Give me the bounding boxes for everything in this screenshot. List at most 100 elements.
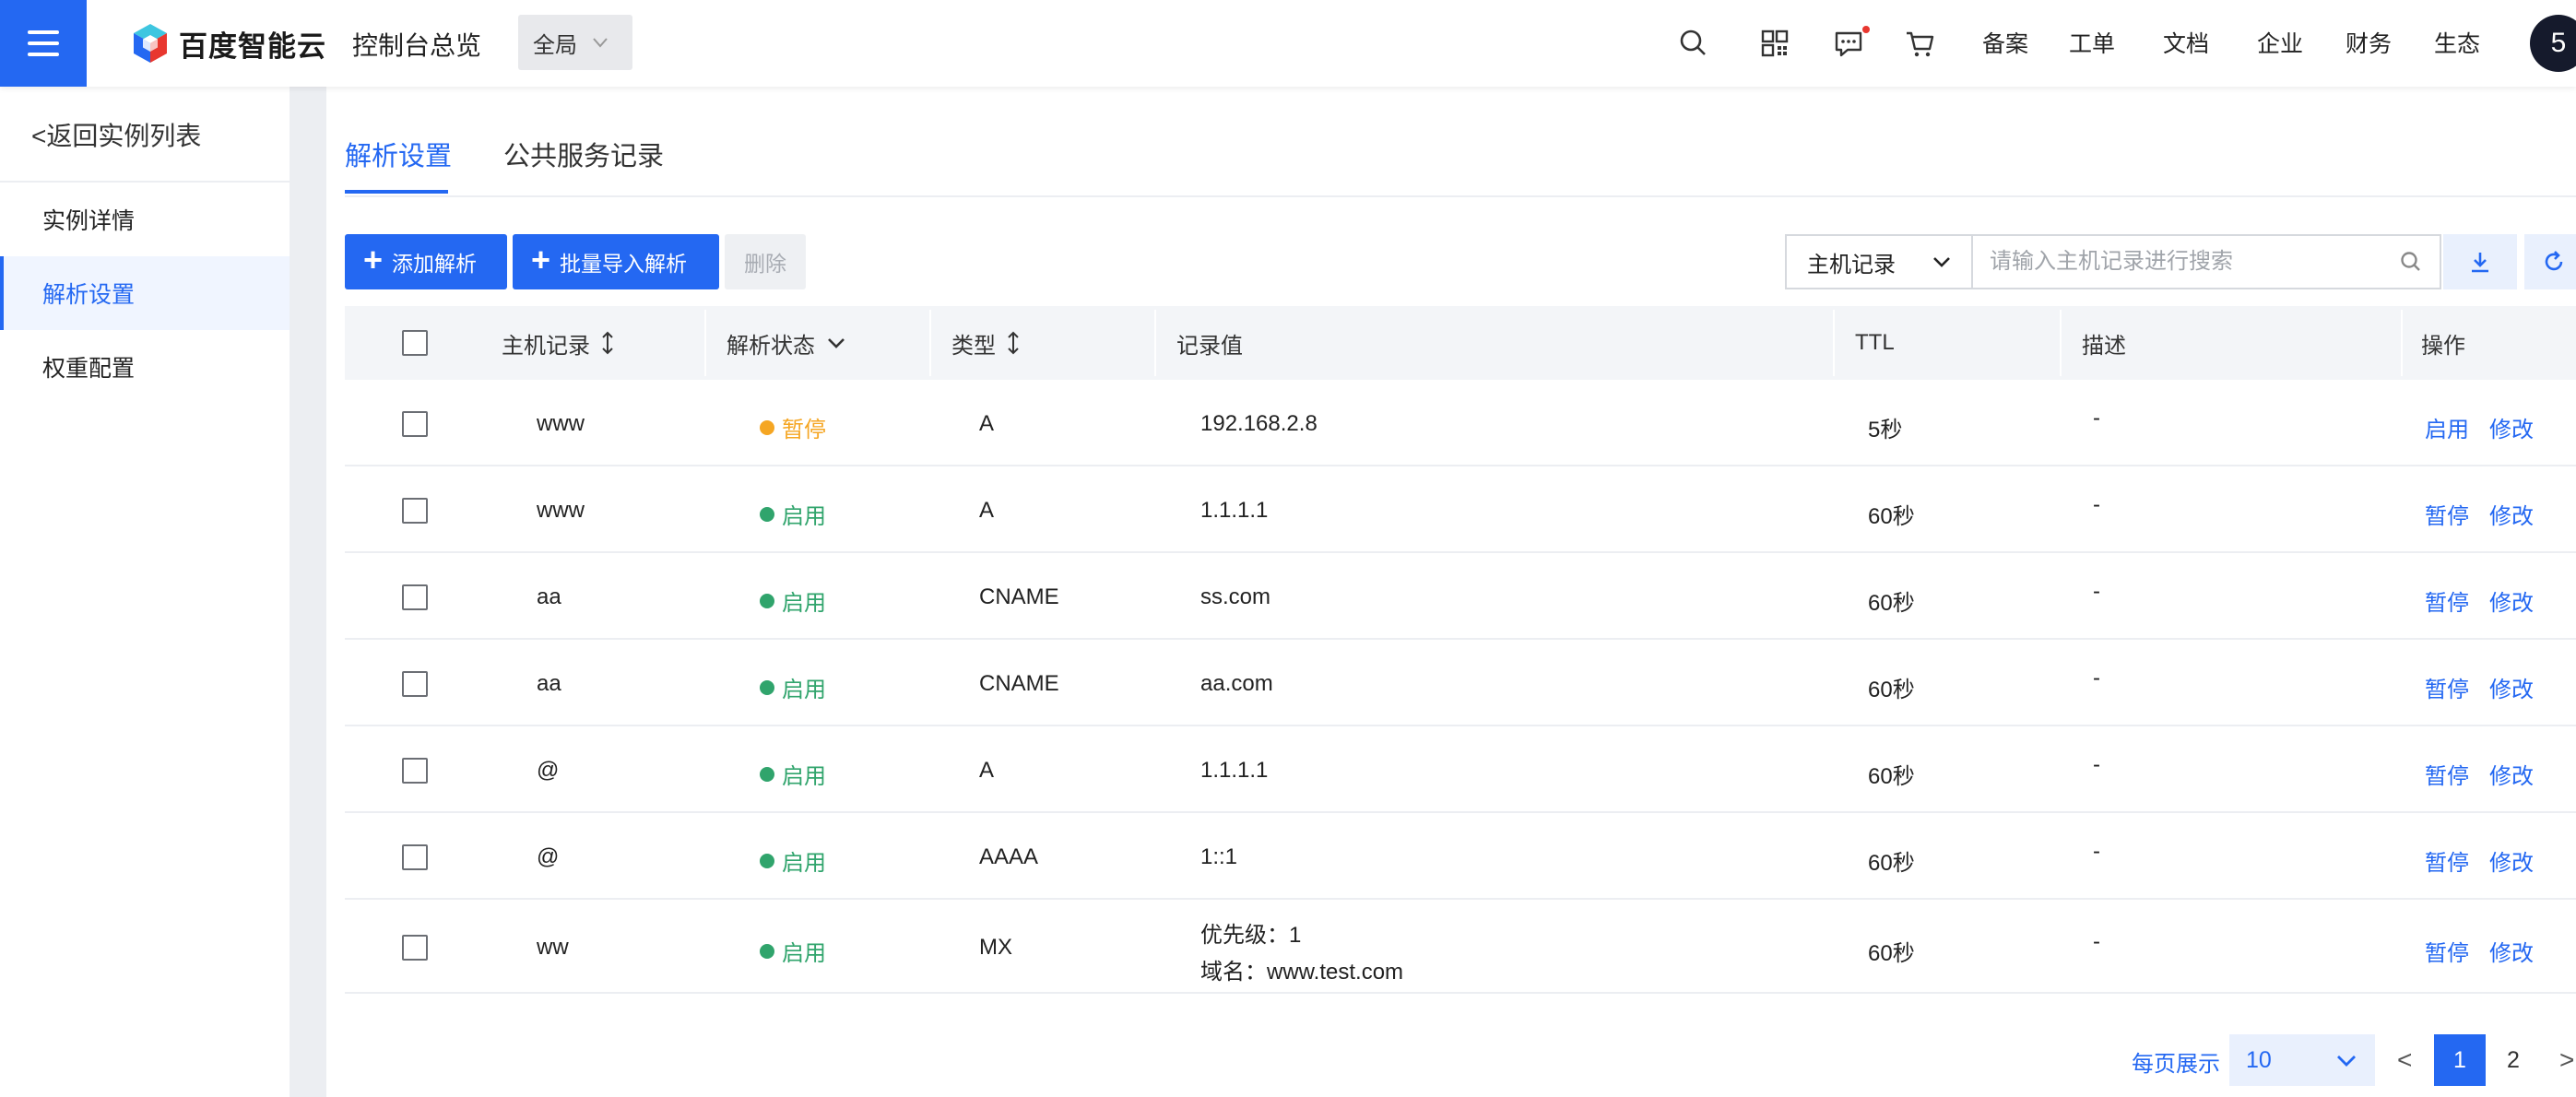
edit-button[interactable]: 修改 (2489, 584, 2534, 617)
edit-button[interactable]: 修改 (2489, 498, 2534, 530)
column-divider (2401, 310, 2403, 376)
row-checkbox[interactable] (402, 758, 428, 784)
search-input[interactable] (1990, 249, 2399, 275)
edit-button[interactable]: 修改 (2489, 935, 2534, 967)
nav-finance[interactable]: 财务 (2346, 26, 2392, 59)
pause-button[interactable]: 暂停 (2425, 758, 2469, 790)
ttl-cell: 60秒 (1868, 851, 1915, 876)
nav-docs[interactable]: 文档 (2163, 26, 2209, 59)
pause-button[interactable]: 暂停 (2425, 498, 2469, 530)
host-cell: www (537, 498, 585, 523)
search-field-label: 主机记录 (1807, 252, 1896, 277)
sort-icon[interactable] (599, 329, 616, 357)
avatar[interactable]: 5 (2530, 15, 2576, 72)
add-record-label: 添加解析 (392, 252, 478, 276)
batch-import-button[interactable]: + 批量导入解析 (513, 234, 719, 289)
record-value-cell: ss.com (1200, 584, 1271, 609)
ttl-cell: 60秒 (1868, 941, 1915, 966)
delete-button[interactable]: 删除 (725, 234, 806, 289)
search-field-select[interactable]: 主机记录 (1785, 234, 1971, 289)
download-button[interactable] (2443, 234, 2517, 289)
page-size-select[interactable]: 10 (2229, 1034, 2375, 1086)
sidebar-item-instance-detail[interactable]: 实例详情 (0, 183, 290, 256)
th-status[interactable]: 解析状态 (727, 306, 848, 380)
row-checkbox[interactable] (402, 584, 428, 610)
plus-icon: + (531, 241, 551, 278)
th-host[interactable]: 主机记录 (502, 306, 616, 380)
pause-button[interactable]: 暂停 (2425, 584, 2469, 617)
select-all-checkbox[interactable] (402, 330, 428, 356)
column-divider (2060, 310, 2062, 376)
enable-button[interactable]: 启用 (2425, 411, 2469, 443)
console-overview-link[interactable]: 控制台总览 (352, 26, 481, 63)
sidebar-item-weight-config[interactable]: 权重配置 (0, 330, 290, 404)
table-header: 主机记录 解析状态 类型 记录值 TTL 描述 操作 (345, 306, 2576, 380)
status-badge: 启用 (760, 671, 826, 703)
chevron-down-icon (593, 38, 608, 48)
pause-button[interactable]: 暂停 (2425, 844, 2469, 877)
nav-enterprise[interactable]: 企业 (2257, 26, 2303, 59)
table-row: ww 启用 MX 优先级：1 域名：www.test.com 60秒 - 暂停 … (345, 902, 2576, 994)
row-checkbox[interactable] (402, 498, 428, 524)
plus-icon: + (363, 241, 384, 278)
nav-ticket[interactable]: 工单 (2069, 26, 2115, 59)
edit-button[interactable]: 修改 (2489, 844, 2534, 877)
back-to-instance-list-link[interactable]: <返回实例列表 (31, 116, 201, 153)
nav-ecosystem[interactable]: 生态 (2434, 26, 2480, 59)
th-actions: 操作 (2421, 333, 2465, 359)
ttl-cell: 60秒 (1868, 764, 1915, 789)
tab-public-service-records[interactable]: 公共服务记录 (503, 135, 664, 173)
table-row: @ 启用 AAAA 1::1 60秒 - 暂停 修改 (345, 815, 2576, 900)
status-dot-icon (760, 853, 774, 868)
row-checkbox[interactable] (402, 411, 428, 437)
column-divider (1154, 310, 1156, 376)
next-page-button[interactable]: > (2559, 1045, 2574, 1075)
message-icon[interactable] (1831, 26, 1866, 61)
status-badge: 启用 (760, 758, 826, 790)
th-type[interactable]: 类型 (951, 306, 1022, 380)
hamburger-menu-icon[interactable] (0, 0, 87, 87)
page-1-button[interactable]: 1 (2434, 1034, 2486, 1086)
status-label: 启用 (782, 941, 826, 966)
record-value-cell-line2: 域名：www.test.com (1200, 960, 1404, 985)
table-row: aa 启用 CNAME ss.com 60秒 - 暂停 修改 (345, 555, 2576, 640)
record-value-cell: 1.1.1.1 (1200, 758, 1269, 783)
row-checkbox[interactable] (402, 671, 428, 697)
type-cell: MX (979, 935, 1012, 960)
type-cell: A (979, 411, 995, 436)
row-checkbox[interactable] (402, 935, 428, 961)
notification-dot (1862, 26, 1870, 33)
record-value-cell: 1::1 (1200, 844, 1238, 869)
row-checkbox[interactable] (402, 844, 428, 870)
refresh-button[interactable] (2524, 234, 2576, 289)
th-host-label: 主机记录 (502, 333, 590, 359)
tab-dns-settings[interactable]: 解析设置 (345, 135, 452, 173)
type-cell: A (979, 498, 995, 523)
search-icon[interactable] (1676, 26, 1711, 61)
edit-button[interactable]: 修改 (2489, 758, 2534, 790)
page-2-button[interactable]: 2 (2487, 1034, 2539, 1086)
pause-button[interactable]: 暂停 (2425, 935, 2469, 967)
sort-icon[interactable] (1005, 329, 1022, 357)
qrcode-icon[interactable] (1757, 26, 1792, 61)
nav-beian[interactable]: 备案 (1982, 26, 2028, 59)
sidebar-item-dns-settings[interactable]: 解析设置 (0, 256, 290, 330)
filter-chevron-down-icon[interactable] (824, 331, 848, 355)
host-cell: @ (537, 758, 560, 783)
cart-icon[interactable] (1903, 26, 1938, 61)
logo[interactable]: 百度智能云 (131, 22, 326, 65)
pause-button[interactable]: 暂停 (2425, 671, 2469, 703)
prev-page-button[interactable]: < (2397, 1045, 2412, 1075)
edit-button[interactable]: 修改 (2489, 671, 2534, 703)
add-record-button[interactable]: + 添加解析 (345, 234, 507, 289)
status-dot-icon (760, 679, 774, 695)
edit-button[interactable]: 修改 (2489, 411, 2534, 443)
record-value-cell: aa.com (1200, 671, 1273, 696)
ttl-cell: 5秒 (1868, 418, 1903, 442)
logo-text: 百度智能云 (179, 29, 326, 63)
region-select[interactable]: 全局 (518, 15, 632, 70)
search-icon[interactable] (2399, 250, 2423, 274)
description-cell: - (2093, 929, 2100, 954)
status-dot-icon (760, 766, 774, 782)
status-label: 启用 (782, 764, 826, 789)
